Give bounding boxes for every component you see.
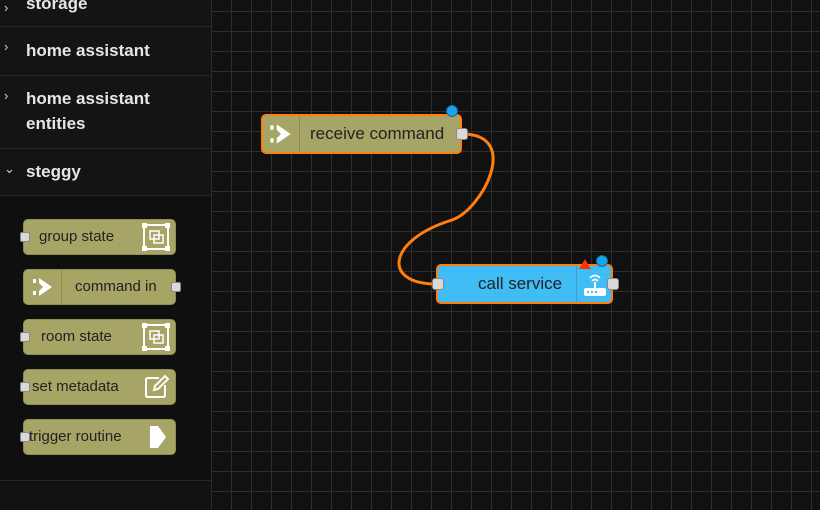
- group-state-icon: [141, 222, 171, 252]
- steggy-node-list: group state command in room state set me: [0, 196, 211, 481]
- category-label: steggy: [26, 162, 81, 181]
- category-label-line1: home assistant: [26, 89, 150, 108]
- category-storage[interactable]: › storage: [0, 0, 211, 27]
- changed-indicator-icon: [596, 255, 608, 267]
- arrow-right-icon: [28, 272, 58, 302]
- icon-divider: [576, 266, 577, 302]
- category-label: home assistant: [26, 41, 150, 60]
- category-home-assistant-entities[interactable]: › home assistant entities: [0, 76, 211, 149]
- room-state-icon: [141, 322, 171, 352]
- palette-sidebar: › storage › home assistant › home assist…: [0, 0, 212, 510]
- category-home-assistant[interactable]: › home assistant: [0, 27, 211, 76]
- arrow-right-icon: [265, 118, 297, 150]
- flow-wire[interactable]: [212, 0, 820, 510]
- node-label: trigger routine: [29, 428, 122, 445]
- chevron-down-icon: ⌄: [4, 161, 15, 176]
- category-label: storage: [26, 0, 88, 13]
- flow-node-call-service[interactable]: call service: [432, 255, 619, 304]
- palette-node-room-state[interactable]: room state: [20, 319, 176, 355]
- palette-node-set-metadata[interactable]: set metadata: [20, 369, 176, 405]
- input-port: [20, 232, 30, 242]
- node-label: receive command: [310, 124, 445, 143]
- icon-divider: [61, 270, 62, 304]
- chevron-right-icon: ›: [4, 39, 9, 54]
- chevron-right-icon: ›: [4, 88, 9, 103]
- node-label: set metadata: [32, 378, 119, 395]
- edit-icon: [141, 372, 171, 402]
- palette-node-group-state[interactable]: group state: [20, 219, 176, 255]
- node-label: call service: [478, 274, 563, 293]
- node-label: group state: [39, 228, 115, 245]
- icon-divider: [299, 116, 300, 152]
- chevron-right-icon: ›: [4, 0, 9, 15]
- input-port[interactable]: [432, 278, 444, 290]
- changed-indicator-icon: [446, 105, 458, 117]
- input-port: [20, 382, 30, 392]
- warning-triangle-icon: [579, 256, 591, 269]
- category-steggy[interactable]: ⌄ steggy: [0, 149, 211, 196]
- input-port: [20, 332, 30, 342]
- palette-node-command-in[interactable]: command in: [23, 269, 181, 305]
- output-port: [171, 282, 181, 292]
- output-port[interactable]: [607, 278, 619, 290]
- flow-workspace[interactable]: receive command call service: [212, 0, 820, 510]
- category-label-line2: entities: [26, 114, 86, 133]
- flow-node-receive-command[interactable]: receive command: [261, 105, 468, 154]
- output-port[interactable]: [456, 128, 468, 140]
- trigger-icon: [141, 422, 171, 452]
- node-label: room state: [41, 328, 112, 345]
- node-label: command in: [75, 278, 157, 295]
- palette-node-trigger-routine[interactable]: trigger routine: [20, 419, 176, 455]
